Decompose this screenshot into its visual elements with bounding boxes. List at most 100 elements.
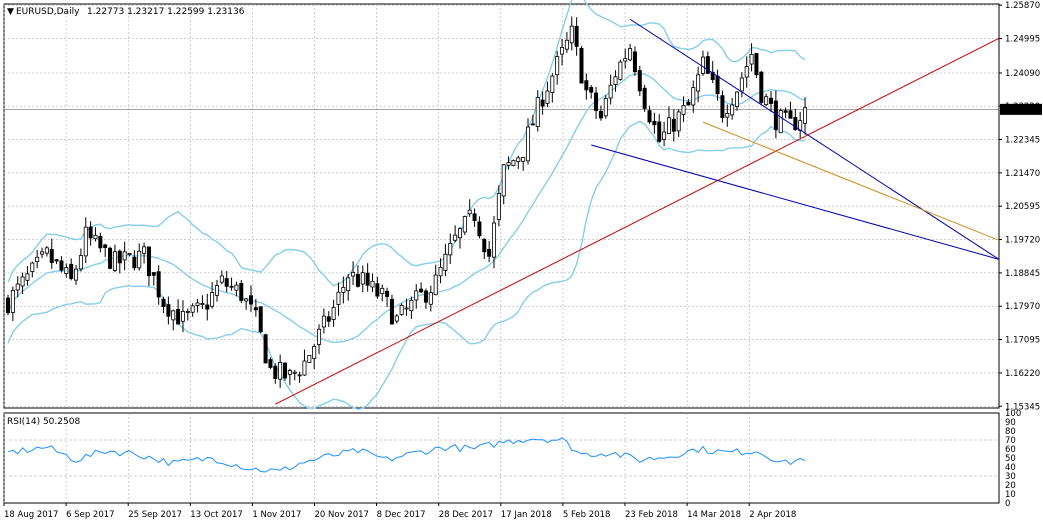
candle-body bbox=[30, 262, 35, 272]
candle-body bbox=[671, 118, 676, 132]
candle-body bbox=[229, 285, 234, 288]
candle-body bbox=[642, 87, 647, 109]
candle-body bbox=[166, 304, 171, 317]
candle-body bbox=[44, 247, 49, 254]
candle-body bbox=[317, 328, 322, 345]
candle-body bbox=[516, 157, 521, 162]
candle-body bbox=[54, 259, 59, 262]
candle-body bbox=[142, 246, 147, 254]
candle-body bbox=[754, 53, 759, 76]
rsi-axis: 1009080706050403020100 bbox=[1005, 409, 1021, 509]
candle-body bbox=[321, 315, 326, 328]
candle-body bbox=[394, 315, 399, 322]
candle-body bbox=[370, 280, 375, 288]
candle-body bbox=[263, 334, 268, 364]
candle-body bbox=[25, 273, 30, 281]
candle-body bbox=[156, 271, 161, 298]
candle-body bbox=[764, 96, 769, 105]
candle-body bbox=[783, 110, 788, 113]
candle-body bbox=[501, 164, 506, 197]
candle-body bbox=[453, 234, 458, 241]
candle-body bbox=[69, 263, 74, 279]
price-axis: 1.258701.249951.240901.232201.223451.214… bbox=[999, 1, 1040, 412]
candle-body bbox=[662, 131, 667, 140]
candle-body bbox=[613, 76, 618, 85]
candle-body bbox=[457, 228, 462, 239]
candle-body bbox=[268, 359, 273, 368]
candle-body bbox=[803, 107, 808, 124]
candle-body bbox=[491, 222, 496, 258]
candle-body bbox=[40, 251, 45, 255]
candle-body bbox=[331, 306, 336, 320]
candle-body bbox=[292, 371, 297, 374]
candle-body bbox=[127, 252, 132, 255]
candle-body bbox=[647, 110, 652, 123]
candle-body bbox=[88, 226, 93, 239]
candle-body bbox=[730, 104, 735, 116]
date-tick-label: 14 Mar 2018 bbox=[687, 510, 741, 520]
candle-body bbox=[64, 267, 69, 274]
candle-body bbox=[287, 370, 292, 375]
candle-body bbox=[283, 362, 288, 379]
candle-body bbox=[219, 275, 224, 283]
candle-body bbox=[117, 250, 122, 264]
candle-body bbox=[574, 26, 579, 47]
candle-body bbox=[521, 156, 526, 162]
candle-body bbox=[700, 56, 705, 74]
candle-body bbox=[244, 298, 249, 302]
candle-body bbox=[302, 360, 307, 376]
candle-body bbox=[210, 292, 215, 307]
candle-body bbox=[224, 278, 229, 287]
eurusd-chart[interactable]: ▼ EURUSD,Daily 1.22773 1.23217 1.22599 1… bbox=[0, 0, 1043, 525]
candle-body bbox=[59, 260, 64, 271]
candle-body bbox=[336, 291, 341, 305]
candle-body bbox=[739, 77, 744, 92]
candle-body bbox=[632, 51, 637, 73]
price-tick-label: 1.22345 bbox=[1005, 135, 1040, 145]
candle-body bbox=[598, 110, 603, 119]
candle-body bbox=[725, 113, 730, 118]
candle-body bbox=[375, 283, 380, 297]
candle-body bbox=[355, 273, 360, 287]
price-tick-label: 1.21470 bbox=[1005, 169, 1040, 179]
candle-body bbox=[778, 110, 783, 134]
candle-body bbox=[560, 47, 565, 55]
candle-body bbox=[103, 244, 108, 248]
candle-body bbox=[195, 302, 200, 306]
candle-body bbox=[6, 297, 11, 314]
candle-body bbox=[360, 272, 365, 285]
price-tick-label: 1.20595 bbox=[1005, 202, 1040, 212]
date-tick-label: 28 Dec 2017 bbox=[439, 510, 493, 520]
date-tick-label: 20 Nov 2017 bbox=[315, 510, 369, 520]
candle-body bbox=[137, 250, 142, 269]
candle-body bbox=[666, 117, 671, 135]
candle-body bbox=[278, 362, 283, 380]
candle-body bbox=[681, 105, 686, 115]
candle-body bbox=[555, 56, 560, 76]
rsi-label: RSI(14) 50.2508 bbox=[7, 417, 80, 427]
candle-body bbox=[399, 304, 404, 315]
date-tick-label: 23 Feb 2018 bbox=[625, 510, 678, 520]
rsi-plot-frame bbox=[3, 412, 1000, 504]
candle-body bbox=[652, 120, 657, 126]
candle-body bbox=[759, 71, 764, 103]
candle-body bbox=[171, 310, 176, 321]
candle-body bbox=[696, 74, 701, 92]
candle-body bbox=[35, 256, 40, 263]
price-tick-label: 1.24995 bbox=[1005, 34, 1040, 44]
candle-body bbox=[530, 123, 535, 126]
candle-body bbox=[628, 48, 633, 61]
price-tick-label: 1.25870 bbox=[1005, 1, 1040, 11]
candle-body bbox=[467, 209, 472, 215]
candle-body bbox=[297, 374, 302, 377]
candle-body bbox=[526, 126, 531, 162]
candle-body bbox=[10, 289, 15, 313]
candle-body bbox=[550, 75, 555, 93]
candle-body bbox=[769, 97, 774, 104]
candle-body bbox=[589, 87, 594, 93]
candle-body bbox=[112, 251, 117, 271]
candle-body bbox=[341, 287, 346, 293]
candle-body bbox=[720, 95, 725, 119]
price-tick-label: 1.17970 bbox=[1005, 302, 1040, 312]
candle-body bbox=[307, 354, 312, 363]
